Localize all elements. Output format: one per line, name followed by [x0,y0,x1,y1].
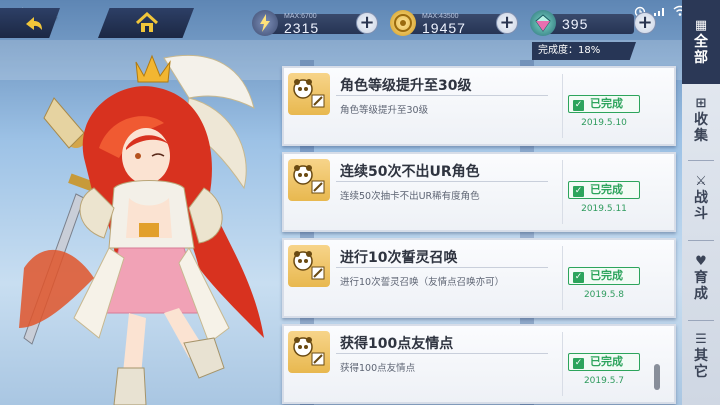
title-divider [336,181,548,182]
tab-collect-label-2: 集 [694,128,708,144]
check-icon: ✓ [573,186,584,197]
achievement-title: 连续50次不出UR角色 [340,164,480,180]
card-divider [562,246,563,310]
tab-collect[interactable]: ⊞ 收 集 [682,90,720,154]
coin-icon [390,10,416,36]
tab-divider [688,160,714,161]
stamina-value: 2315 [284,20,320,36]
top-bar: MAX:6700 2315 + MAX:43500 19457 + 395 + [0,4,690,38]
completed-date: 2019.5.10 [581,118,627,128]
heart-icon: ♥ [695,254,707,269]
achievement-desc: 进行10次誓灵召唤（友情点召唤亦可） [340,277,505,288]
check-icon: ✓ [573,272,584,283]
completed-badge: ✓ 已完成 [568,95,640,113]
achievement-card[interactable]: 角色等级提升至30级 角色等级提升至30级 ✓ 已完成 2019.5.10 [282,66,676,146]
completed-label: 已完成 [590,183,623,196]
tab-collect-label-1: 收 [694,112,708,128]
tab-all-label-1: 全 [694,34,708,50]
achievement-title: 获得100点友情点 [340,336,454,352]
card-divider [562,74,563,138]
lightning-icon [252,10,278,36]
tab-other-label-1: 其 [694,348,708,364]
check-icon: ✓ [573,100,584,111]
achievement-title: 进行10次誓灵召唤 [340,250,458,266]
tab-divider [688,240,714,241]
tab-divider [688,320,714,321]
category-tabs: ▦ 全 部 ⊞ 收 集 ⚔ 战 斗 ♥ 育 成 ☰ 其 它 [682,0,720,405]
panda-icon [288,73,330,115]
title-divider [336,267,548,268]
card-divider [562,160,563,224]
tab-other-label-2: 它 [694,364,708,380]
list-scrollbar[interactable] [654,364,660,390]
achievement-title: 角色等级提升至30级 [340,78,472,94]
gem-icon [530,10,556,36]
completed-label: 已完成 [590,97,623,110]
character-illustration [19,54,264,405]
sword-icon: ⚔ [695,174,707,189]
tab-training-label-1: 育 [694,270,708,286]
stamina-max: MAX:6700 [284,13,317,20]
title-divider [336,95,548,96]
tab-all[interactable]: ▦ 全 部 [682,0,720,84]
completed-badge: ✓ 已完成 [568,353,640,371]
tab-battle[interactable]: ⚔ 战 斗 [682,168,720,234]
panda-icon [288,331,330,373]
collect-icon: ⊞ [695,96,707,111]
title-divider [336,353,548,354]
gold-max: MAX:43500 [422,13,459,20]
gold-resource: MAX:43500 19457 + [390,10,520,36]
achievement-list: 角色等级提升至30级 角色等级提升至30级 ✓ 已完成 2019.5.10 连续5… [282,66,676,405]
add-gold-button[interactable]: + [496,12,518,34]
completed-date: 2019.5.7 [583,376,625,386]
gem-value: 395 [562,16,589,32]
check-icon: ✓ [573,358,584,369]
home-icon [134,11,160,38]
add-stamina-button[interactable]: + [356,12,378,34]
home-button[interactable] [98,8,194,38]
gold-value: 19457 [422,20,466,36]
gem-resource: 395 + [530,10,660,36]
tab-all-label-2: 部 [694,50,708,66]
card-divider [562,332,563,396]
tab-training-label-2: 成 [694,286,708,302]
achievement-desc: 获得100点友情点 [340,363,416,374]
tab-battle-label-1: 战 [694,190,708,206]
menu-icon: ☰ [695,332,707,347]
stamina-resource: MAX:6700 2315 + [252,10,378,36]
completed-label: 已完成 [590,269,623,282]
completed-badge: ✓ 已完成 [568,267,640,285]
tab-training[interactable]: ♥ 育 成 [682,248,720,314]
back-arrow-icon [22,14,44,37]
completed-label: 已完成 [590,355,623,368]
achievement-card[interactable]: 进行10次誓灵召唤 进行10次誓灵召唤（友情点召唤亦可） ✓ 已完成 2019.5… [282,238,676,318]
tab-battle-label-2: 斗 [694,206,708,222]
achievement-card[interactable]: 连续50次不出UR角色 连续50次抽卡不出UR稀有度角色 ✓ 已完成 2019.5… [282,152,676,232]
achievement-card[interactable]: 获得100点友情点 获得100点友情点 ✓ 已完成 2019.5.7 [282,324,676,404]
completed-badge: ✓ 已完成 [568,181,640,199]
panda-icon [288,245,330,287]
achievement-desc: 角色等级提升至30级 [340,105,429,116]
tab-other[interactable]: ☰ 其 它 [682,326,720,396]
completed-date: 2019.5.8 [583,290,625,300]
back-button[interactable] [0,8,60,38]
add-gem-button[interactable]: + [634,12,656,34]
completed-date: 2019.5.11 [581,204,627,214]
achievement-desc: 连续50次抽卡不出UR稀有度角色 [340,191,480,202]
panda-icon [288,159,330,201]
grid-icon: ▦ [694,18,708,33]
completion-rate: 完成度：18% [532,42,636,60]
